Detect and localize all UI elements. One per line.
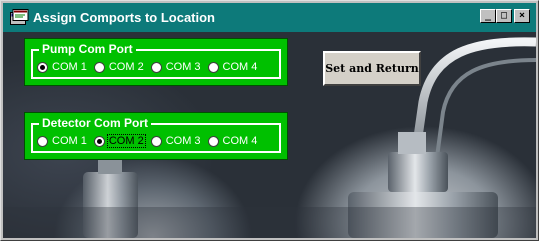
pump-radio-com2[interactable]: COM 2 — [93, 61, 145, 73]
main-window: Assign Comports to Location _ □ × Pump C… — [0, 0, 539, 241]
detector-radio-com4[interactable]: COM 4 — [207, 135, 259, 147]
radio-label[interactable]: COM 3 — [165, 135, 202, 147]
detector-radio-com1[interactable]: COM 1 — [37, 135, 88, 147]
radio-unselected-icon[interactable] — [150, 61, 162, 73]
radio-unselected-icon[interactable] — [207, 61, 219, 73]
detector-radio-row: COM 1 COM 2 COM 3 COM 4 — [37, 134, 264, 148]
radio-selected-icon[interactable] — [37, 61, 48, 73]
pump-radio-com3[interactable]: COM 3 — [150, 61, 202, 73]
radio-label[interactable]: COM 2 — [106, 134, 146, 148]
detector-radio-com3[interactable]: COM 3 — [150, 135, 202, 147]
radio-label[interactable]: COM 1 — [51, 135, 88, 147]
detector-group-title: Detector Com Port — [39, 116, 152, 130]
window-controls: _ □ × — [480, 9, 530, 23]
window-title: Assign Comports to Location — [33, 10, 215, 25]
pump-radio-com1[interactable]: COM 1 — [37, 61, 88, 73]
pump-radio-com4[interactable]: COM 4 — [207, 61, 259, 73]
radio-unselected-icon[interactable] — [150, 135, 162, 147]
radio-unselected-icon[interactable] — [207, 135, 219, 147]
radio-unselected-icon[interactable] — [37, 135, 48, 147]
radio-label[interactable]: COM 4 — [222, 135, 259, 147]
radio-label[interactable]: COM 2 — [108, 61, 145, 73]
radio-label[interactable]: COM 1 — [51, 61, 88, 73]
close-icon[interactable]: × — [514, 9, 530, 23]
minimize-icon[interactable]: _ — [480, 9, 496, 23]
detector-com-port-group: Detector Com Port COM 1 COM 2 COM 3 COM … — [24, 112, 288, 160]
radio-selected-icon[interactable] — [93, 135, 105, 147]
radio-unselected-icon[interactable] — [93, 61, 105, 73]
radio-label[interactable]: COM 3 — [165, 61, 202, 73]
detector-radio-com2[interactable]: COM 2 — [93, 134, 146, 148]
radio-label[interactable]: COM 4 — [222, 61, 259, 73]
set-and-return-button[interactable]: Set and Return — [323, 51, 421, 86]
title-bar[interactable]: Assign Comports to Location _ □ × — [3, 3, 536, 32]
pump-group-title: Pump Com Port — [39, 42, 136, 56]
client-area: Pump Com Port COM 1 COM 2 COM 3 COM 4 De… — [3, 32, 536, 238]
pump-com-port-group: Pump Com Port COM 1 COM 2 COM 3 COM 4 — [24, 38, 288, 86]
app-window-icon — [10, 9, 29, 26]
maximize-icon[interactable]: □ — [496, 9, 512, 23]
pump-radio-row: COM 1 COM 2 COM 3 COM 4 — [37, 61, 264, 73]
